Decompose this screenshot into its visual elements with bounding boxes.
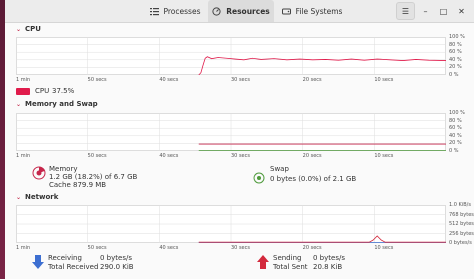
memory-label: Memory xyxy=(49,165,78,173)
cpu-graph-canvas xyxy=(16,37,446,75)
network-y-tick: 512 bytes/s xyxy=(449,221,474,227)
swap-label: Swap xyxy=(270,165,289,173)
chevron-down-icon: ⌄ xyxy=(16,193,22,201)
memory-x-tick: 40 secs xyxy=(159,153,179,159)
close-icon: ✕ xyxy=(458,6,465,16)
memory-usage: 1.2 GB (18.2%) of 6.7 GB xyxy=(49,173,138,181)
drive-icon xyxy=(281,8,291,14)
network-y-tick: 768 bytes/s xyxy=(449,211,474,218)
memory-x-tick: 30 secs xyxy=(231,153,250,159)
total-received-value: 290.0 KiB xyxy=(100,263,134,271)
header-bar: Processes Resources File Systems ☰ – □ ✕ xyxy=(5,0,474,23)
receiving-value: 0 bytes/s xyxy=(100,254,132,262)
memory-x-tick: 50 secs xyxy=(87,153,107,159)
sending-value: 0 bytes/s xyxy=(313,254,345,262)
swap-usage: 0 bytes (0.0%) of 2.1 GB xyxy=(270,175,357,183)
cpu-title: CPU xyxy=(25,25,41,33)
total-sent-value: 20.8 KiB xyxy=(313,263,343,271)
network-title: Network xyxy=(25,193,59,201)
network-y-tick: 0 bytes/s xyxy=(449,240,472,246)
memory-y-tick: 60 % xyxy=(449,125,462,132)
sending-arrow-icon[interactable] xyxy=(256,254,270,270)
memory-pie-icon[interactable] xyxy=(32,166,46,180)
cpu-x-tick: 10 secs xyxy=(374,77,394,83)
receiving-arrow-icon[interactable] xyxy=(31,254,45,270)
memory-y-tick: 40 % xyxy=(449,132,462,139)
tab-file-systems[interactable]: File Systems xyxy=(279,0,345,22)
network-x-tick: 20 secs xyxy=(302,245,322,251)
cpu-x-tick: 40 secs xyxy=(159,77,179,83)
cpu-legend-label: CPU xyxy=(35,87,50,95)
cpu-y-tick: 40 % xyxy=(449,56,462,63)
memory-y-tick: 100 % xyxy=(449,110,465,116)
maximize-icon: □ xyxy=(439,6,448,16)
network-x-tick: 50 secs xyxy=(87,245,107,251)
network-graph xyxy=(16,205,446,243)
cpu-y-tick: 80 % xyxy=(449,41,462,48)
chevron-down-icon: ⌄ xyxy=(16,25,22,33)
gauge-icon xyxy=(212,6,221,16)
sending-label: Sending xyxy=(273,254,302,262)
close-button[interactable]: ✕ xyxy=(453,3,470,19)
cpu-x-tick: 20 secs xyxy=(302,77,322,83)
cpu-y-tick: 20 % xyxy=(449,64,462,71)
network-graph-canvas xyxy=(16,205,446,243)
memory-graph-canvas xyxy=(16,113,446,151)
memory-x-tick: 10 secs xyxy=(374,153,394,159)
minimize-icon: – xyxy=(423,6,428,16)
cpu-x-tick: 30 secs xyxy=(231,77,250,83)
minimize-button[interactable]: – xyxy=(417,3,434,19)
network-x-tick: 30 secs xyxy=(231,245,250,251)
cpu-y-tick: 100 % xyxy=(449,34,465,40)
tab-resources-label: Resources xyxy=(226,6,270,16)
hamburger-icon: ☰ xyxy=(401,6,410,16)
memory-x-tick: 20 secs xyxy=(302,153,322,159)
cpu-x-tick: 1 min xyxy=(16,77,31,83)
maximize-button[interactable]: □ xyxy=(435,3,452,19)
cpu-x-tick: 50 secs xyxy=(87,77,107,83)
tab-file-systems-label: File Systems xyxy=(295,6,343,16)
cpu-y-tick: 60 % xyxy=(449,49,462,56)
cpu-y-tick: 0 % xyxy=(449,72,459,78)
list-icon xyxy=(149,7,159,15)
system-monitor-window: Processes Resources File Systems ☰ – □ ✕ xyxy=(0,0,474,279)
memory-x-tick: 1 min xyxy=(16,153,31,159)
network-section-header[interactable]: ⌄ Network xyxy=(16,193,58,201)
network-x-tick: 1 min xyxy=(16,245,31,251)
memory-title: Memory and Swap xyxy=(25,100,98,108)
total-received-label: Total Received xyxy=(48,263,99,271)
desktop-edge xyxy=(0,0,5,279)
receiving-label: Receiving xyxy=(48,254,82,262)
swap-pie-icon[interactable] xyxy=(253,172,265,184)
cpu-legend-value: 37.5% xyxy=(52,87,75,95)
memory-y-tick: 20 % xyxy=(449,140,462,147)
cpu-graph xyxy=(16,37,446,75)
memory-section-header[interactable]: ⌄ Memory and Swap xyxy=(16,100,98,108)
network-x-tick: 10 secs xyxy=(374,245,394,251)
network-y-tick: 1.0 KiB/s xyxy=(449,202,471,208)
tab-processes-label: Processes xyxy=(163,6,201,16)
network-y-tick: 256 bytes/s xyxy=(449,230,474,237)
menu-button[interactable]: ☰ xyxy=(396,2,415,20)
memory-y-tick: 80 % xyxy=(449,117,462,124)
tab-resources[interactable]: Resources xyxy=(208,0,274,22)
chevron-down-icon: ⌄ xyxy=(16,100,22,108)
cpu-color-swatch[interactable] xyxy=(16,88,30,95)
cpu-section-header[interactable]: ⌄ CPU xyxy=(16,25,41,33)
memory-graph xyxy=(16,113,446,151)
network-x-tick: 40 secs xyxy=(159,245,179,251)
memory-y-tick: 0 % xyxy=(449,148,459,154)
tab-processes[interactable]: Processes xyxy=(145,0,205,22)
total-sent-label: Total Sent xyxy=(273,263,308,271)
memory-cache: Cache 879.9 MB xyxy=(49,181,107,189)
